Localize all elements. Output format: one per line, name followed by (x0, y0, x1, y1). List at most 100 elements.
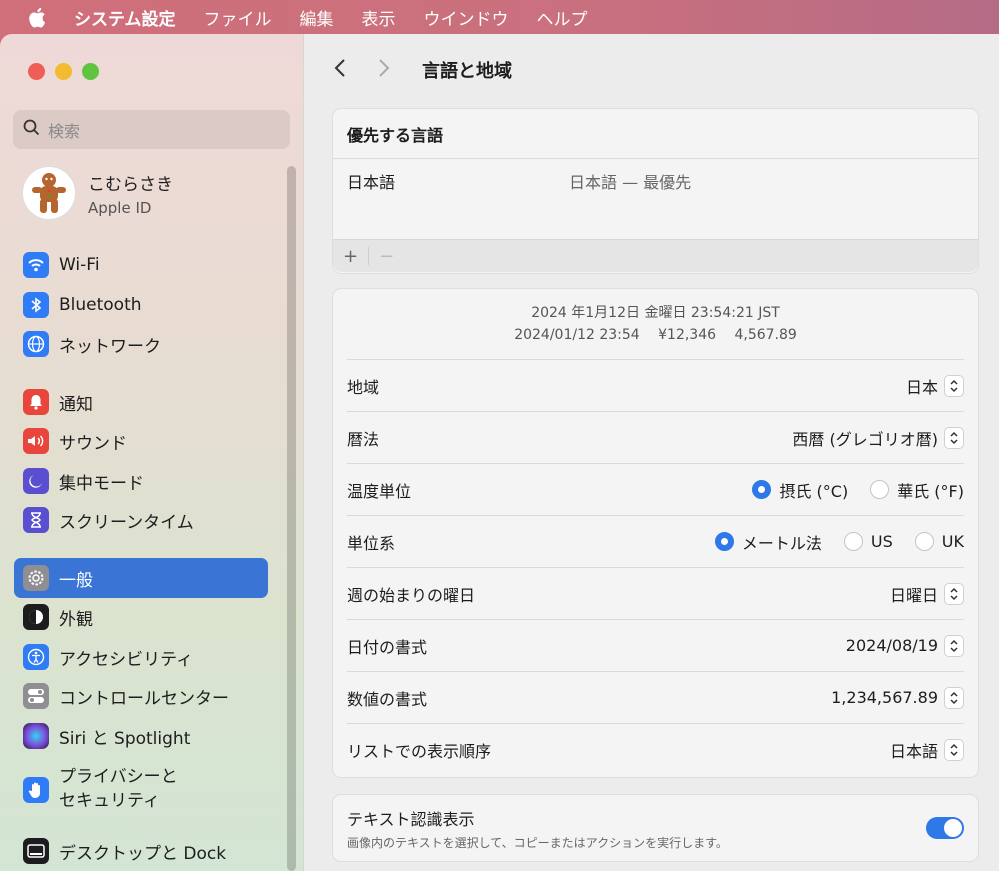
list-order-label: リストでの表示順序 (347, 741, 492, 761)
zoom-button[interactable] (82, 63, 99, 80)
apple-menu-icon[interactable] (28, 6, 48, 28)
main-pane: 言語と地域 優先する言語 日本語 日本語 — 最優先 + − 2024 年1月1… (304, 34, 999, 871)
number-format-value: 1,234,567.89 (831, 688, 938, 707)
metric-radio[interactable]: メートル法 (714, 530, 822, 554)
sidebar-item-focus[interactable]: 集中モード (14, 461, 268, 501)
search-field[interactable]: 検索 (13, 110, 290, 149)
calendar-value: 西暦 (グレゴリオ暦) (792, 429, 938, 449)
live-text-toggle[interactable] (926, 817, 964, 839)
preview-line-2: 2024/01/12 23:54 ¥12,346 4,567.89 (514, 327, 797, 343)
forward-button[interactable] (378, 55, 390, 85)
sidebar-item-network[interactable]: ネットワーク (14, 324, 268, 364)
first-day-select[interactable]: 日曜日 (890, 582, 964, 606)
sidebar-item-siri-spotlight[interactable]: Siri と Spotlight (14, 716, 268, 756)
wifi-icon (23, 252, 49, 278)
live-text-title: テキスト認識表示 (347, 809, 475, 829)
gear-icon (23, 565, 49, 591)
uk-radio[interactable]: UK (914, 532, 964, 551)
sidebar-item-general[interactable]: 一般 (14, 558, 268, 598)
sidebar-item-label: コントロールセンター (59, 688, 229, 709)
fahrenheit-radio[interactable]: 華氏 (°F) (870, 478, 964, 502)
control-center-icon (23, 683, 49, 709)
sidebar-item-privacy-security[interactable]: プライバシーと セキュリティ (14, 762, 268, 818)
date-format-select[interactable]: 2024/08/19 (846, 634, 964, 657)
language-name: 日本語 (347, 173, 396, 192)
region-select[interactable]: 日本 (906, 374, 964, 398)
menu-app-name[interactable]: システム設定 (74, 5, 176, 30)
gingerbread-icon (32, 173, 66, 213)
sidebar-item-label-line2: セキュリティ (59, 791, 160, 811)
metric-label: メートル法 (741, 533, 822, 553)
first-day-label: 週の始まりの曜日 (347, 585, 476, 605)
region-row: 地域 日本 (347, 359, 964, 411)
fahrenheit-label: 華氏 (°F) (897, 481, 964, 501)
list-order-select[interactable]: 日本語 (890, 738, 964, 762)
uk-label: UK (941, 532, 964, 551)
sidebar-item-wifi[interactable]: Wi-Fi (14, 245, 268, 285)
calendar-label: 暦法 (347, 429, 380, 449)
search-icon (23, 119, 48, 140)
sidebar-item-label: アクセシビリティ (59, 649, 194, 670)
add-language-button[interactable]: + (343, 246, 358, 267)
chevron-updown-icon (944, 374, 964, 397)
moon-icon (23, 468, 49, 494)
menu-view[interactable]: 表示 (362, 5, 396, 30)
sidebar-item-label: Wi-Fi (59, 255, 100, 275)
format-preview: 2024 年1月12日 金曜日 23:54:21 JST 2024/01/12 … (333, 289, 978, 359)
chevron-updown-icon (944, 426, 964, 449)
sidebar-item-label: サウンド (59, 433, 127, 454)
account-sub: Apple ID (88, 198, 152, 217)
sidebar-item-label: Bluetooth (59, 295, 142, 315)
bell-icon (23, 389, 49, 415)
sidebar-item-label: Siri と Spotlight (59, 728, 191, 749)
language-row[interactable]: 日本語 日本語 — 最優先 (333, 159, 978, 239)
speaker-icon (23, 428, 49, 454)
chevron-right-icon (379, 59, 390, 77)
measurement-label: 単位系 (347, 533, 396, 553)
sidebar-item-control-center[interactable]: コントロールセンター (14, 676, 268, 716)
sidebar-item-bluetooth[interactable]: Bluetooth (14, 285, 268, 325)
live-text-description: 画像内のテキストを選択して、コピーまたはアクションを実行します。 (347, 835, 728, 850)
remove-language-button[interactable]: − (379, 246, 394, 267)
preferred-languages-header: 優先する言語 (333, 109, 978, 159)
date-format-label: 日付の書式 (347, 637, 428, 657)
menu-bar: システム設定 ファイル 編集 表示 ウインドウ ヘルプ (0, 0, 999, 34)
sidebar-scrollbar[interactable] (287, 166, 296, 871)
menu-help[interactable]: ヘルプ (537, 5, 588, 30)
hourglass-icon (23, 507, 49, 533)
sidebar-item-label: ネットワーク (59, 336, 161, 357)
apple-id-account[interactable]: こむらさき Apple ID (22, 166, 173, 220)
sidebar-item-sound[interactable]: サウンド (14, 421, 268, 461)
date-format-row: 日付の書式 2024/08/19 (347, 619, 964, 671)
sidebar-item-desktop-dock[interactable]: デスクトップと Dock (14, 831, 268, 871)
globe-icon (23, 331, 49, 357)
sidebar-item-label: デスクトップと Dock (59, 843, 227, 864)
temperature-label: 温度単位 (347, 481, 412, 501)
preview-line-1: 2024 年1月12日 金曜日 23:54:21 JST (531, 305, 780, 321)
calendar-select[interactable]: 西暦 (グレゴリオ暦) (792, 426, 964, 450)
back-button[interactable] (334, 55, 346, 85)
sidebar-item-notifications[interactable]: 通知 (14, 382, 268, 422)
menu-file[interactable]: ファイル (204, 5, 272, 30)
menu-window[interactable]: ウインドウ (424, 5, 509, 30)
page-title: 言語と地域 (422, 61, 512, 82)
sidebar-item-label: プライバシーと (59, 767, 178, 788)
sidebar-item-label: 外観 (59, 609, 93, 630)
us-radio[interactable]: US (843, 532, 893, 551)
bluetooth-icon (23, 292, 49, 318)
sidebar-item-screen-time[interactable]: スクリーンタイム (14, 500, 268, 540)
settings-window: 検索 こむらさき Apple ID Wi-Fi Bluetooth ネットワーク (0, 34, 999, 871)
region-value: 日本 (905, 377, 938, 397)
celsius-radio[interactable]: 摂氏 (°C) (752, 478, 848, 502)
sidebar-item-accessibility[interactable]: アクセシビリティ (14, 637, 268, 677)
close-button[interactable] (28, 63, 45, 80)
number-format-row: 数値の書式 1,234,567.89 (347, 671, 964, 723)
sidebar-item-label: 集中モード (59, 473, 144, 494)
preferred-languages-card: 優先する言語 日本語 日本語 — 最優先 + − (332, 108, 979, 274)
live-text-card: テキスト認識表示 画像内のテキストを選択して、コピーまたはアクションを実行します… (332, 794, 979, 862)
chevron-updown-icon (944, 738, 964, 761)
menu-edit[interactable]: 編集 (300, 5, 334, 30)
sidebar-item-appearance[interactable]: 外観 (14, 597, 268, 637)
number-format-select[interactable]: 1,234,567.89 (831, 686, 964, 709)
minimize-button[interactable] (55, 63, 72, 80)
